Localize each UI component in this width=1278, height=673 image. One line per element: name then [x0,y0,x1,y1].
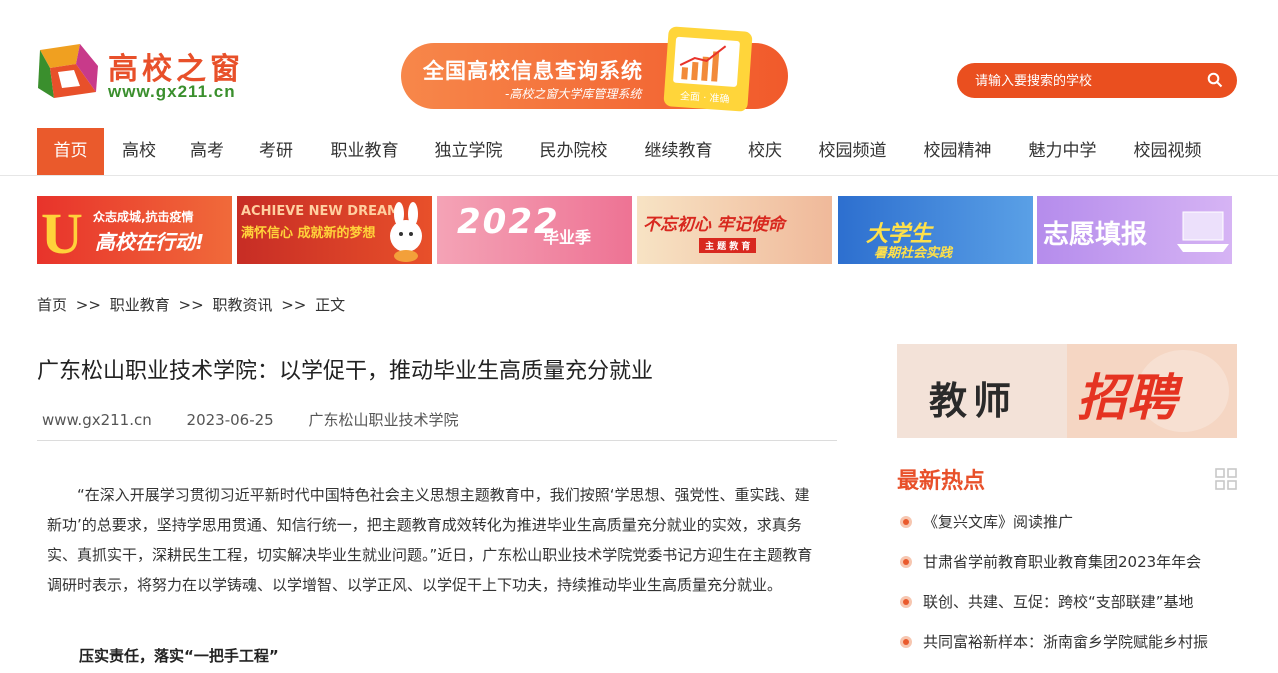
hot-item-text[interactable]: 共同富裕新样本：浙南畲乡学院赋能乡村振 [923,633,1208,651]
promo-badge: 全面 · 准确 [679,91,730,106]
banner-graduation-2022[interactable]: 2022 毕业季 [437,196,632,264]
nav-item-continuing[interactable]: 继续教育 [632,128,725,175]
breadcrumb: 首页 >> 职业教育 >> 职教资讯 >> 正文 [37,294,349,315]
bullet-icon [900,556,912,568]
banner-small-text: 暑期社会实践 [874,246,953,261]
banner-small-text: 毕业季 [543,228,592,247]
nav-item-campus-video[interactable]: 校园视频 [1121,128,1214,175]
search-input[interactable] [975,71,1195,91]
article-subheading: 压实责任，落实“一把手工程” [79,647,279,665]
search-icon[interactable] [1207,72,1223,88]
rabbit-icon [390,202,422,262]
list-item[interactable]: 联创、共建、互促：跨校“支部联建”基地 [897,582,1237,622]
teacher-recruitment-ad[interactable]: 教师 招聘 [897,344,1237,438]
ad-right-text: 招聘 [1077,369,1177,427]
nav-item-independent[interactable]: 独立学院 [422,128,515,175]
banner-main-text: 满怀信心 成就新的梦想 [241,226,376,241]
banner-original-mission[interactable]: 不忘初心 牢记使命 主 题 教 育 [637,196,832,264]
banner-summer-practice[interactable]: 大学生 暑期社会实践 [838,196,1033,264]
grid-icon[interactable] [1215,468,1237,490]
article-title: 广东松山职业技术学院：以学促干，推动毕业生高质量充分就业 [37,359,654,384]
article-date: 2023-06-25 [186,411,274,429]
nav-item-vocational[interactable]: 职业教育 [318,128,411,175]
hot-item-text[interactable]: 甘肃省学前教育职业教育集团2023年年会 [923,553,1201,571]
banner-small-text: 主 题 教 育 [699,238,757,253]
banner-volunteer-fill[interactable]: 志愿填报 [1037,196,1232,264]
breadcrumb-separator: >> [178,296,204,314]
breadcrumb-vocational-news[interactable]: 职教资讯 [212,296,272,314]
nav-item-kaoyan[interactable]: 考研 [247,128,305,175]
breadcrumb-home[interactable]: 首页 [37,296,67,314]
nav-item-universities[interactable]: 高校 [110,128,168,175]
banner-new-dream[interactable]: ACHIEVE NEW DREAM 满怀信心 成就新的梦想 [237,196,432,264]
banner-small-text: ACHIEVE NEW DREAM [241,204,400,219]
promo-title: 全国高校信息查询系统 [423,59,643,83]
nav-item-campus-spirit[interactable]: 校园精神 [911,128,1004,175]
breadcrumb-vocational[interactable]: 职业教育 [110,296,170,314]
breadcrumb-separator: >> [75,296,101,314]
logo-mark-icon [38,44,98,98]
bullet-icon [900,516,912,528]
search-bar[interactable] [957,63,1237,98]
nav-item-private[interactable]: 民办院校 [527,128,620,175]
breadcrumb-separator: >> [281,296,307,314]
article-site: www.gx211.cn [42,411,152,429]
article-meta: www.gx211.cn 2023-06-25 广东松山职业技术学院 [42,409,489,430]
promo-banner[interactable]: 全国高校信息查询系统 -高校之窗大学库管理系统 全面 · 准确 [401,26,788,112]
main-nav: 首页 高校 高考 考研 职业教育 独立学院 民办院校 继续教育 校庆 校园频道 … [0,128,1278,176]
hot-item-text[interactable]: 《复兴文库》阅读推广 [923,513,1073,531]
bullet-icon [900,636,912,648]
logo-url: www.gx211.cn [108,82,236,101]
banner-fight-epidemic[interactable]: U 众志成城,抗击疫情 高校在行动! [37,196,232,264]
nav-item-home[interactable]: 首页 [37,128,104,175]
banner-main-text: 不忘初心 牢记使命 [643,215,785,235]
hot-item-text[interactable]: 联创、共建、互促：跨校“支部联建”基地 [923,593,1194,611]
nav-item-anniversary[interactable]: 校庆 [736,128,794,175]
hot-news-title: 最新热点 [897,469,986,494]
bullet-icon [900,596,912,608]
article-body: “在深入开展学习贯彻习近平新时代中国特色社会主义思想主题教育中，我们按照‘学思想… [47,486,813,594]
nav-item-gaokao[interactable]: 高考 [178,128,236,175]
nav-item-campus-channel[interactable]: 校园频道 [806,128,899,175]
list-item[interactable]: 甘肃省学前教育职业教育集团2023年年会 [897,542,1237,582]
chart-board-icon: 全面 · 准确 [663,26,753,112]
banner-main-text: 志愿填报 [1043,220,1148,250]
breadcrumb-current: 正文 [315,296,346,314]
laptop-icon [1177,211,1229,252]
promo-subtitle: -高校之窗大学库管理系统 [505,87,642,101]
banner-small-text: 众志成城,抗击疫情 [93,210,194,224]
list-item[interactable]: 共同富裕新样本：浙南畲乡学院赋能乡村振 [897,622,1237,662]
article-divider [37,440,837,441]
hot-news-list: 《复兴文库》阅读推广 甘肃省学前教育职业教育集团2023年年会 联创、共建、互促… [897,502,1237,662]
nav-item-high-school[interactable]: 魅力中学 [1016,128,1109,175]
site-logo[interactable]: 高校之窗 www.gx211.cn [36,40,276,104]
list-item[interactable]: 《复兴文库》阅读推广 [897,502,1237,542]
article-source: 广东松山职业技术学院 [308,411,459,429]
ad-left-text: 教师 [929,379,1018,423]
banner-main-text: 高校在行动! [95,230,205,254]
